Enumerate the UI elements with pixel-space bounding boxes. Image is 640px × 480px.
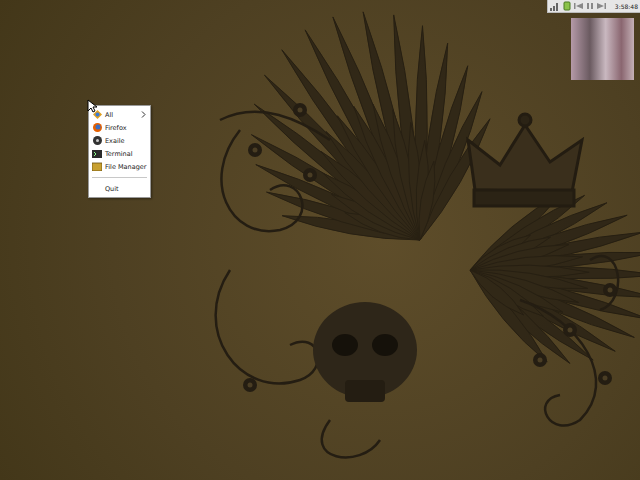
music-player-icon xyxy=(93,136,102,145)
menu-item[interactable]: Firefox xyxy=(89,121,150,134)
clock: 3:58:48 xyxy=(615,3,638,10)
menu-item[interactable]: Exaile xyxy=(89,134,150,147)
next-track-icon[interactable] xyxy=(597,2,606,10)
menu-item[interactable]: All xyxy=(89,108,150,121)
submenu-arrow-icon xyxy=(141,111,146,118)
mouse-pointer-icon xyxy=(87,99,97,113)
folder-icon xyxy=(92,162,102,171)
desktop: 3:58:48 All Firefox Exaile Terminal File… xyxy=(0,0,640,480)
menu-item[interactable]: Terminal xyxy=(89,147,150,160)
desktop-menu: All Firefox Exaile Terminal File Manager… xyxy=(88,105,151,198)
network-signal-icon[interactable] xyxy=(550,2,560,11)
pause-icon[interactable] xyxy=(586,2,594,10)
wallpaper xyxy=(0,0,640,480)
firefox-icon xyxy=(93,123,102,132)
skull-shape xyxy=(313,302,417,402)
previous-track-icon[interactable] xyxy=(574,2,583,10)
battery-icon[interactable] xyxy=(563,1,571,11)
menu-item[interactable]: Quit xyxy=(89,182,150,195)
top-panel: 3:58:48 xyxy=(547,0,640,13)
album-art xyxy=(571,18,634,80)
menu-item[interactable]: File Manager xyxy=(89,160,150,173)
menu-separator xyxy=(92,177,147,178)
crown-shape xyxy=(468,114,582,206)
terminal-icon xyxy=(92,150,102,158)
